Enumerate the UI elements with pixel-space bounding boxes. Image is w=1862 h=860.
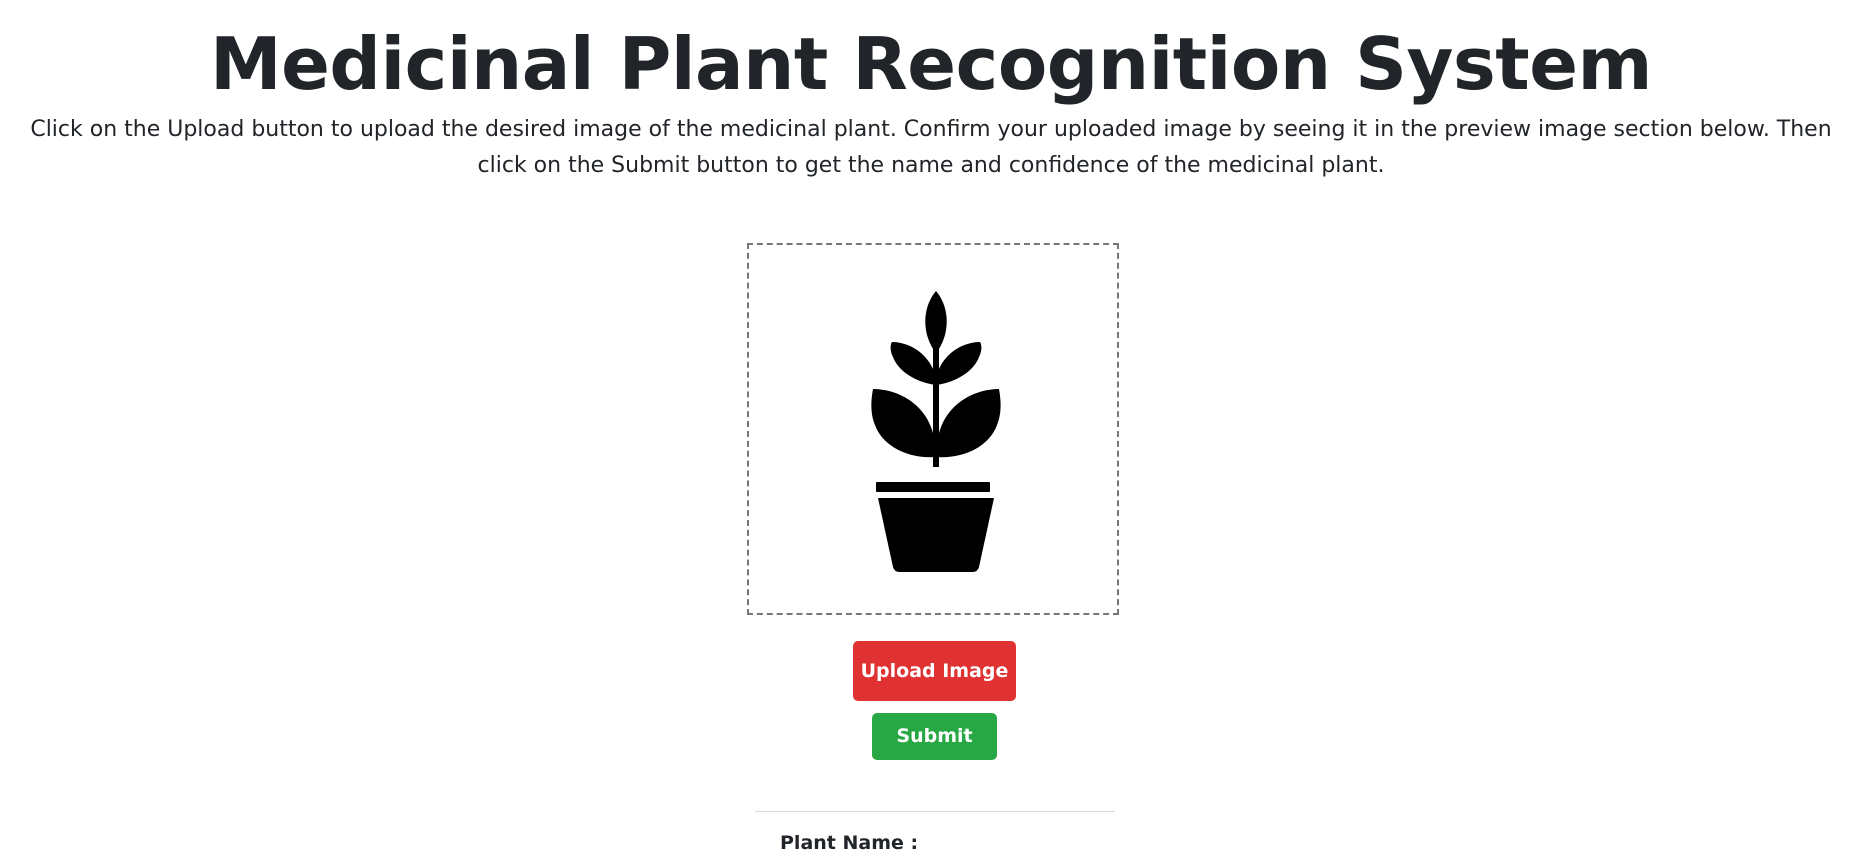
page: Medicinal Plant Recognition System Click…	[0, 0, 1862, 860]
potted-plant-icon	[871, 291, 1001, 572]
instructions-text: Click on the Upload button to upload the…	[30, 117, 1832, 178]
plant-name-label: Plant Name :	[780, 832, 919, 854]
upload-image-button[interactable]: Upload Image	[853, 641, 1016, 701]
results-divider	[755, 811, 1115, 812]
page-title: Medicinal Plant Recognition System	[209, 22, 1653, 106]
plant-name-row: Plant Name :	[780, 828, 924, 858]
image-preview	[747, 243, 1119, 615]
submit-button[interactable]: Submit	[872, 713, 997, 760]
